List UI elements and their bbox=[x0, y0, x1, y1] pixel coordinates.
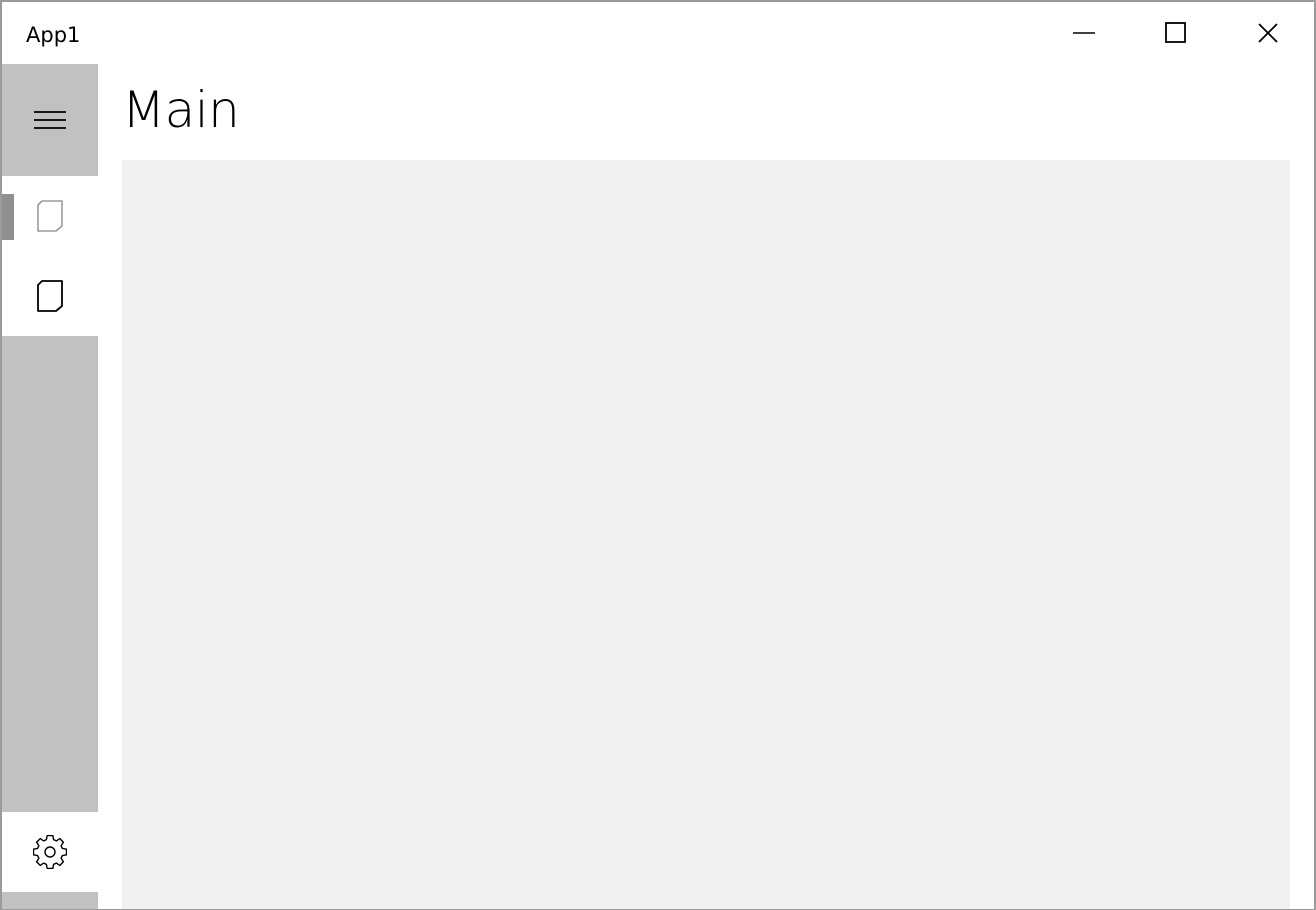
menu-toggle-button[interactable] bbox=[2, 64, 98, 176]
minimize-icon bbox=[1073, 32, 1095, 34]
gear-icon bbox=[33, 835, 67, 869]
app-window: App1 Main bbox=[0, 0, 1316, 910]
settings-button[interactable] bbox=[2, 812, 98, 892]
navigation-pane bbox=[2, 64, 98, 909]
app-title: App1 bbox=[26, 23, 81, 47]
nav-item-1[interactable] bbox=[2, 176, 98, 256]
selection-indicator bbox=[2, 194, 14, 240]
nav-item-2[interactable] bbox=[2, 256, 98, 336]
minimize-button[interactable] bbox=[1038, 2, 1130, 64]
page-title: Main bbox=[122, 81, 240, 139]
page-icon bbox=[37, 280, 63, 312]
hamburger-icon bbox=[34, 111, 66, 129]
page-icon bbox=[37, 200, 63, 232]
close-button[interactable] bbox=[1222, 2, 1314, 64]
close-icon bbox=[1258, 23, 1278, 43]
content-frame bbox=[122, 160, 1290, 909]
title-bar[interactable]: App1 bbox=[2, 2, 1314, 66]
nav-menu-list bbox=[2, 176, 98, 336]
maximize-button[interactable] bbox=[1130, 2, 1222, 64]
maximize-icon bbox=[1165, 22, 1186, 43]
